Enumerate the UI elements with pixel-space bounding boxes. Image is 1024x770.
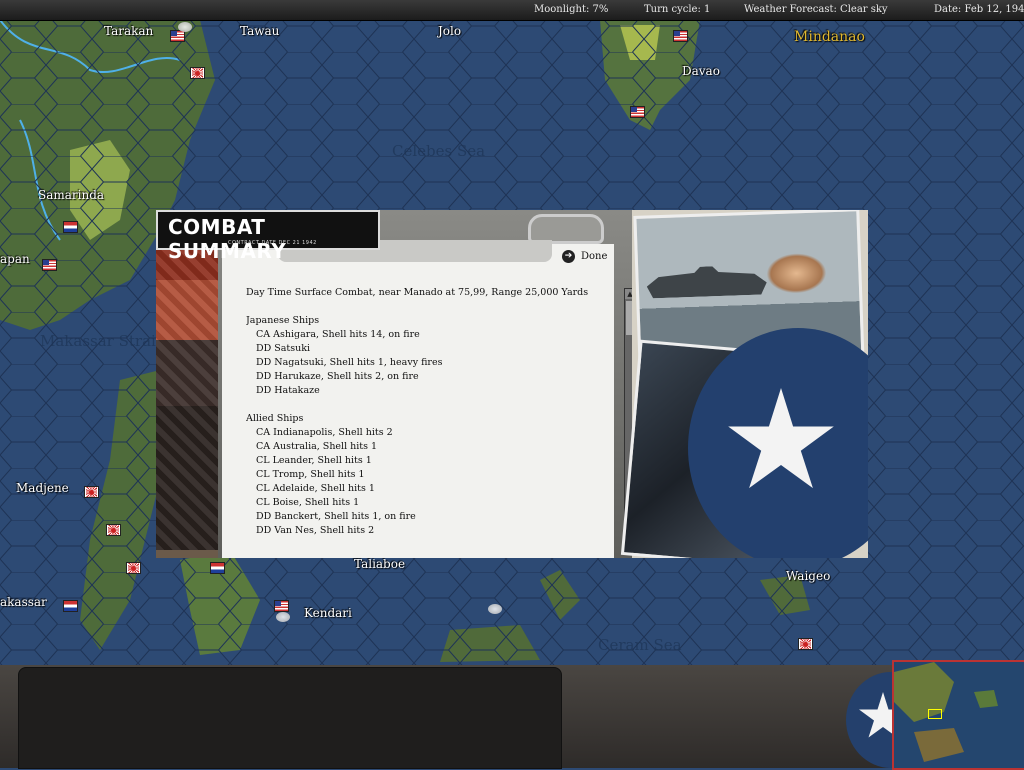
place-apan[interactable]: apan: [0, 252, 30, 266]
report-line: CA Australia, Shell hits 1: [256, 441, 378, 452]
japan-flag-icon[interactable]: [126, 562, 141, 574]
combat-report-text: Day Time Surface Combat, near Manado at …: [246, 286, 616, 558]
report-line: [246, 300, 616, 314]
combat-summary-title-plate: COMBAT SUMMARY CONTRACT DATE DEC 21 1942: [156, 210, 380, 263]
place-taliaboe[interactable]: Taliaboe: [354, 557, 405, 571]
combat-summary-dialog: COMBAT SUMMARY CONTRACT DATE DEC 21 1942…: [156, 210, 868, 558]
dutch-flag-icon[interactable]: [210, 562, 225, 574]
place-samarinda[interactable]: Samarinda: [38, 188, 104, 202]
report-line: DD Nagatsuki, Shell hits 1, heavy fires: [256, 357, 443, 368]
dutch-flag-icon[interactable]: [63, 600, 78, 612]
report-line: CL Leander, Shell hits 1: [256, 455, 372, 466]
us-flag-icon[interactable]: [274, 600, 289, 612]
report-line: CL Tromp, Shell hits 1: [256, 469, 365, 480]
report-line: DD Harukaze, Shell hits 2, on fire: [256, 371, 419, 382]
photo-collage-left: [156, 250, 222, 550]
turn-cycle-status: Turn cycle: 1: [644, 4, 711, 15]
dutch-flag-icon[interactable]: [63, 221, 78, 233]
place-tarakan[interactable]: Tarakan: [104, 24, 153, 38]
place-waigeo[interactable]: Waigeo: [786, 569, 830, 583]
us-flag-icon[interactable]: [673, 30, 688, 42]
place-tawau[interactable]: Tawau: [240, 24, 279, 38]
sea-label-ceram: Ceram Sea: [598, 636, 682, 654]
airbase-icon[interactable]: [276, 612, 290, 622]
place-akassar[interactable]: akassar: [0, 595, 47, 609]
report-line: CA Indianapolis, Shell hits 2: [256, 427, 393, 438]
moonlight-status: Moonlight: 7%: [534, 4, 609, 15]
report-line: CL Boise, Shell hits 1: [256, 497, 360, 508]
photo-collage-right: [620, 210, 868, 558]
arrow-right-icon: ➔: [562, 250, 575, 263]
report-line: Japanese Ships: [246, 315, 320, 326]
info-panel: [18, 667, 562, 769]
us-flag-icon[interactable]: [42, 259, 57, 271]
report-line: CL Adelaide, Shell hits 1: [256, 483, 375, 494]
done-label: Done: [581, 251, 608, 262]
dialog-subtitle: CONTRACT DATE DEC 21 1942: [228, 240, 317, 246]
report-line: CA Ashigara, Shell hits 14, on fire: [256, 329, 420, 340]
japan-flag-icon[interactable]: [798, 638, 813, 650]
report-line: DD Banckert, Shell hits 1, on fire: [256, 511, 416, 522]
japan-flag-icon[interactable]: [84, 486, 99, 498]
place-kendari[interactable]: Kendari: [304, 606, 352, 620]
airbase-icon[interactable]: [488, 604, 502, 614]
minimap[interactable]: [892, 660, 1024, 770]
japan-flag-icon[interactable]: [190, 67, 205, 79]
done-button[interactable]: ➔ Done: [562, 250, 607, 263]
sea-label-makassar: Makassar Strait: [40, 332, 162, 350]
report-line: [246, 398, 616, 412]
us-flag-icon[interactable]: [630, 106, 645, 118]
date-status: Date: Feb 12, 1942: [934, 4, 1024, 15]
weather-status: Weather Forecast: Clear sky: [744, 4, 888, 15]
report-line: Day Time Surface Combat, near Manado at …: [246, 287, 589, 298]
place-mindanao[interactable]: Mindanao: [794, 29, 865, 45]
place-madjene[interactable]: Madjene: [16, 481, 69, 495]
report-line: DD Satsuki: [256, 343, 311, 354]
status-bar: Moonlight: 7% Turn cycle: 1 Weather Fore…: [0, 0, 1024, 21]
report-line: Allied Ships: [246, 413, 304, 424]
airbase-icon[interactable]: [178, 22, 192, 32]
report-line: DD Hatakaze: [256, 385, 320, 396]
minimap-world: [894, 662, 998, 762]
sea-label-celebes: Celebes Sea: [392, 142, 486, 160]
report-line: DD Van Nes, Shell hits 2: [256, 525, 375, 536]
minimap-viewport[interactable]: [928, 709, 942, 719]
dialog-title: COMBAT SUMMARY: [168, 215, 287, 263]
place-jolo[interactable]: Jolo: [438, 24, 461, 38]
japan-flag-icon[interactable]: [106, 524, 121, 536]
place-davao[interactable]: Davao: [682, 64, 720, 78]
